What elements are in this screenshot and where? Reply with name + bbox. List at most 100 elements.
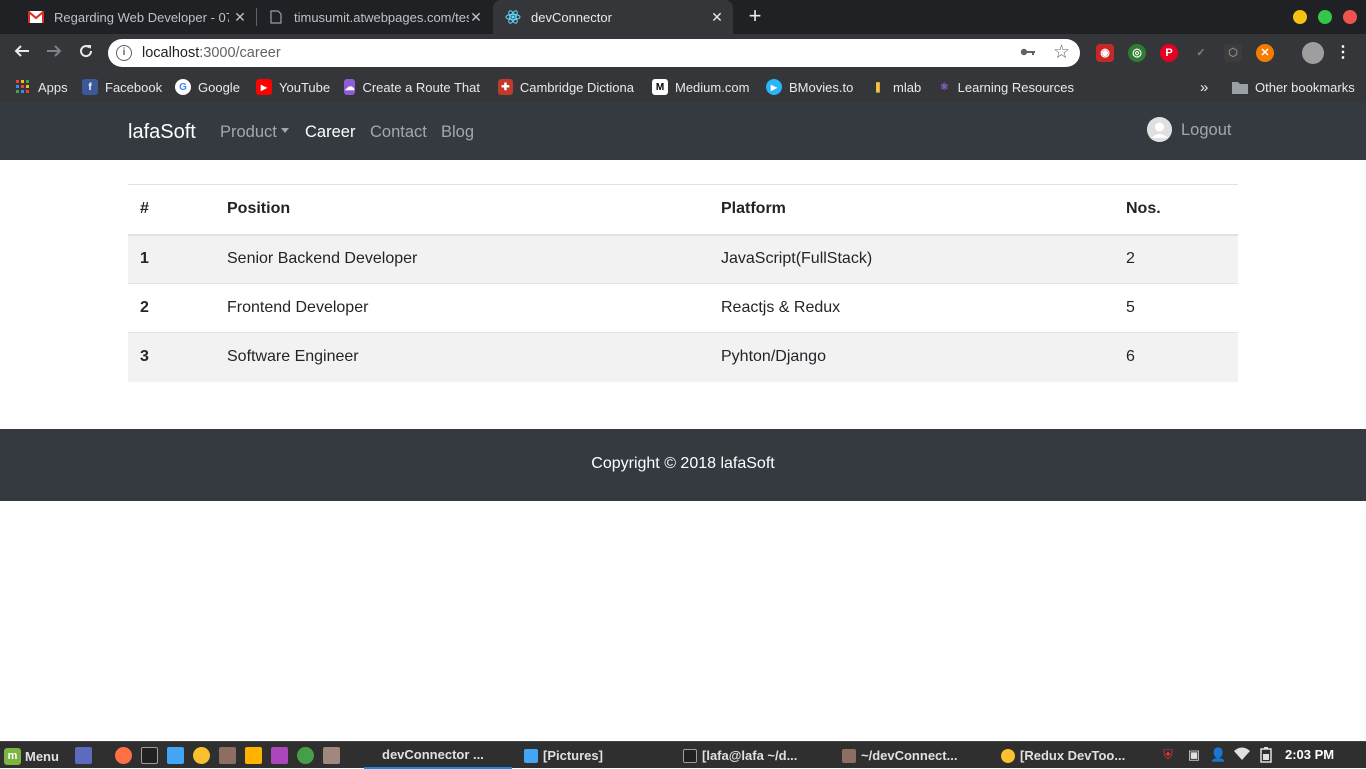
bookmark-star-icon[interactable]: ☆ [1053,41,1070,64]
row-number: 2 [128,283,215,333]
minimize-button[interactable] [1293,10,1307,24]
nav-contact[interactable]: Contact [370,123,427,142]
bookmark-label: Medium.com [675,79,750,95]
start-menu-button[interactable]: m Menu [4,746,59,766]
site-footer: Copyright © 2018 lafaSoft [0,429,1366,501]
extension-icon[interactable]: ◉ [1096,44,1114,62]
position-cell: Senior Backend Developer [215,234,709,284]
other-bookmarks[interactable]: Other bookmarks [1232,77,1355,97]
screenshot-icon[interactable]: ▣ [1186,747,1202,763]
bookmark-google[interactable]: G Google [175,77,240,97]
reload-icon [80,45,93,58]
taskbar-window-devconnector[interactable]: devConnector ... [364,742,512,769]
tab-gmail[interactable]: Regarding Web Developer - 07 ✕ [16,0,256,34]
bookmark-cambridge[interactable]: ✚ Cambridge Dictiona [498,77,634,97]
media-icon[interactable] [271,747,288,764]
forward-button[interactable] [41,40,67,66]
wifi-icon[interactable] [1234,747,1250,763]
extension-icon[interactable]: ⬡ [1224,44,1242,62]
chrome-icon[interactable] [193,747,210,764]
bookmark-bmovies[interactable]: ▶ BMovies.to [766,77,853,97]
spotify-icon[interactable] [297,747,314,764]
mlab-icon: ❚ [873,81,883,93]
bookmark-label: Cambridge Dictiona [519,79,634,95]
platform-cell: Reactjs & Redux [709,283,1114,333]
check-extension-icon[interactable]: ✓ [1192,44,1210,62]
new-tab-button[interactable]: + [744,5,766,28]
count-cell: 5 [1114,283,1238,333]
bookmark-label: Apps [38,79,68,95]
window-label: [Redux DevToo... [1020,748,1126,763]
user-avatar-icon[interactable] [1147,117,1172,142]
tab-title: Regarding Web Developer - 07 [54,9,229,25]
cloud-icon: ☁ [344,79,356,95]
browser-toolbar: i localhost:3000/career ☆ ◉ ◎ P ✓ ⬡ ✕ ⋮ [0,34,1366,72]
taskbar-window-pictures[interactable]: [Pictures] [524,742,603,769]
user-icon[interactable]: 👤 [1210,747,1226,763]
caret-down-icon [280,128,289,133]
tab-strip: Regarding Web Developer - 07 ✕ timusumit… [0,0,1366,34]
folder-icon [524,748,538,763]
info-icon[interactable]: i [116,45,132,61]
platform-cell: JavaScript(FullStack) [709,234,1114,284]
logout-link[interactable]: Logout [1181,121,1231,140]
more-bookmarks-button[interactable]: » [1200,77,1208,97]
taskbar-window-terminal[interactable]: [lafa@lafa ~/d... [683,742,797,769]
bookmark-label: Learning Resources [957,79,1074,95]
notes-icon[interactable] [245,747,262,764]
bookmark-apps[interactable]: Apps [15,77,68,97]
show-desktop-icon[interactable] [75,747,92,764]
chevron-double-right-icon: » [1200,78,1209,96]
menu-dots-icon[interactable]: ⋮ [1334,44,1352,62]
tab-atwebpages[interactable]: timusumit.atwebpages.com/tes ✕ [256,0,492,34]
column-header: # [128,184,215,236]
firefox-icon[interactable] [115,747,132,764]
bookmark-youtube[interactable]: ▶ YouTube [256,77,330,97]
nav-product-dropdown[interactable]: Product [220,123,289,142]
facebook-icon: f [82,79,98,95]
bookmark-learning-resources[interactable]: ⚛ Learning Resources [938,77,1074,97]
tab-title: timusumit.atwebpages.com/tes [294,9,469,25]
nav-career[interactable]: Career [305,123,355,142]
taskbar-window-redux-devtools[interactable]: [Redux DevToo... [1001,742,1125,769]
address-bar[interactable]: i localhost:3000/career ☆ [108,39,1080,67]
extension-icon[interactable]: ✕ [1256,44,1274,62]
youtube-icon: ▶ [256,79,272,95]
back-button[interactable] [9,40,35,66]
pinterest-icon[interactable]: P [1160,44,1178,62]
files-icon[interactable] [167,747,184,764]
bookmark-label: mlab [893,79,922,95]
row-number: 1 [128,234,215,284]
tab-devconnector[interactable]: devConnector ✕ [493,0,733,34]
nav-blog[interactable]: Blog [441,123,474,142]
brand-logo[interactable]: lafaSoft [128,121,196,144]
arrow-left-icon [14,45,29,57]
sublime-icon[interactable] [219,747,236,764]
table-header-row: # Position Platform Nos. [128,184,1238,236]
bookmark-facebook[interactable]: f Facebook [82,77,162,97]
extension-icon[interactable]: ◎ [1128,44,1146,62]
window-label: ~/devConnect... [861,748,958,763]
window-label: devConnector ... [382,747,484,762]
maximize-button[interactable] [1318,10,1332,24]
terminal-icon[interactable] [141,747,158,764]
key-icon[interactable] [1020,44,1036,60]
mint-logo-icon: m [4,747,21,765]
close-window-button[interactable] [1343,10,1357,24]
close-tab-icon[interactable]: ✕ [468,9,484,25]
reload-button[interactable] [73,40,99,66]
bookmark-medium[interactable]: M Medium.com [652,77,749,97]
shield-icon[interactable]: ⛨ [1160,747,1176,763]
bookmark-mlab[interactable]: ❚ mlab [870,77,921,97]
image-viewer-icon[interactable] [323,747,340,764]
bookmark-create-route[interactable]: ☁ Create a Route That [344,77,480,97]
profile-avatar[interactable] [1302,42,1324,64]
bookmark-label: BMovies.to [789,79,854,95]
table-row: 3 Software Engineer Pyhton/Django 6 [128,332,1238,382]
close-tab-icon[interactable]: ✕ [232,9,248,25]
chrome-icon [1001,748,1015,763]
table-row: 1 Senior Backend Developer JavaScript(Fu… [128,234,1238,284]
battery-icon[interactable] [1258,747,1274,763]
taskbar-window-sublime[interactable]: ~/devConnect... [842,742,957,769]
close-tab-icon[interactable]: ✕ [709,9,725,25]
